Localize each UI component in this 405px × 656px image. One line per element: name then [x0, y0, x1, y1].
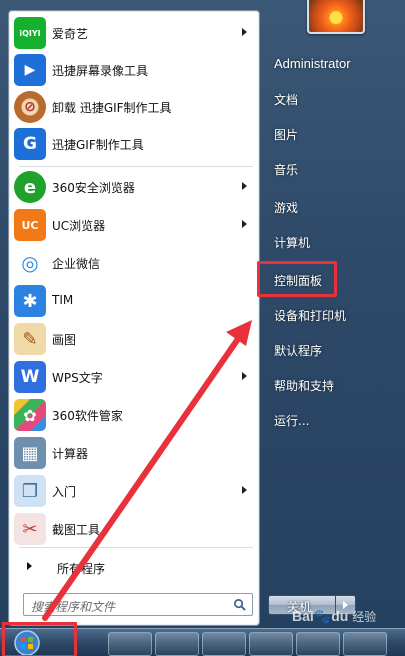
uc-browser-icon: UC — [14, 209, 46, 241]
taskbar-app-button[interactable] — [155, 632, 199, 656]
program-item-snipping-tool[interactable]: ✂ 截图工具 — [11, 511, 257, 547]
program-label: 计算器 — [52, 447, 89, 461]
snipping-tool-icon: ✂ — [14, 513, 46, 545]
paw-icon: 🐾 — [313, 608, 332, 624]
watermark-text: Bai — [292, 608, 314, 624]
program-label: 截图工具 — [52, 523, 101, 537]
search-input[interactable]: 搜索程序和文件 — [23, 593, 253, 616]
wps-icon: W — [14, 361, 46, 393]
program-label: 360软件管家 — [52, 409, 123, 423]
all-programs-label: 所有程序 — [57, 562, 106, 576]
right-item-user[interactable]: Administrator — [262, 50, 402, 78]
program-label: 企业微信 — [52, 257, 101, 271]
program-label: 迅捷屏幕录像工具 — [52, 64, 149, 78]
divider — [19, 166, 253, 167]
program-label: UC浏览器 — [52, 219, 106, 233]
right-item-help[interactable]: 帮助和支持 — [262, 371, 402, 399]
calculator-icon: ▦ — [14, 437, 46, 469]
right-item-default-programs[interactable]: 默认程序 — [262, 336, 402, 364]
tim-icon: ✱ — [14, 285, 46, 317]
iqiyi-icon: iQIYI — [14, 17, 46, 49]
taskbar-app-button[interactable] — [108, 632, 152, 656]
start-button-highlight-box — [2, 622, 77, 656]
search-placeholder: 搜索程序和文件 — [31, 600, 116, 614]
submenu-arrow-icon — [242, 372, 247, 380]
right-item-label: 默认程序 — [274, 344, 323, 358]
program-item-paint[interactable]: ✎ 画图 — [11, 321, 257, 357]
program-label: 入门 — [52, 485, 77, 499]
taskbar-app-button[interactable] — [202, 632, 246, 656]
paint-icon: ✎ — [14, 323, 46, 355]
program-item-tim[interactable]: ✱ TIM — [11, 283, 257, 319]
user-name-label: Administrator — [274, 56, 351, 71]
submenu-arrow-icon — [242, 182, 247, 190]
right-item-label: 音乐 — [274, 163, 299, 177]
program-label: 爱奇艺 — [52, 27, 89, 41]
right-item-documents[interactable]: 文档 — [262, 85, 402, 113]
submenu-arrow-icon — [242, 486, 247, 494]
program-item-uninstall-gif[interactable]: ⊘ 卸载 迅捷GIF制作工具 — [11, 89, 257, 125]
right-item-pictures[interactable]: 图片 — [262, 120, 402, 148]
wework-icon: ◎ — [14, 247, 46, 279]
program-label: 卸载 迅捷GIF制作工具 — [52, 101, 172, 115]
watermark-sub: 经验 — [352, 610, 377, 624]
taskbar-app-button[interactable] — [296, 632, 340, 656]
program-label: 迅捷GIF制作工具 — [52, 138, 144, 152]
360-software-icon: ✿ — [14, 399, 46, 431]
right-item-music[interactable]: 音乐 — [262, 155, 402, 183]
right-item-label: 帮助和支持 — [274, 379, 335, 393]
screen-recorder-icon: ▶ — [14, 54, 46, 86]
program-label: WPS文字 — [52, 371, 103, 385]
program-item-screen-recorder[interactable]: ▶ 迅捷屏幕录像工具 — [11, 52, 257, 88]
program-item-getting-started[interactable]: ❐ 入门 — [11, 473, 257, 509]
search-icon[interactable] — [233, 598, 246, 611]
program-item-gif-maker[interactable]: G 迅捷GIF制作工具 — [11, 126, 257, 162]
right-item-label: 图片 — [274, 128, 299, 142]
baidu-watermark: Bai🐾du 经验 — [292, 608, 376, 625]
control-panel-highlight-box — [257, 261, 337, 297]
chevron-right-icon — [27, 562, 32, 570]
program-item-wps[interactable]: W WPS文字 — [11, 359, 257, 395]
right-item-label: 设备和打印机 — [274, 309, 347, 323]
divider — [19, 547, 253, 548]
right-item-computer[interactable]: 计算机 — [262, 228, 402, 256]
program-label: 画图 — [52, 333, 77, 347]
start-menu-screen: iQIYI 爱奇艺 ▶ 迅捷屏幕录像工具 ⊘ 卸载 迅捷GIF制作工具 G 迅捷… — [0, 0, 405, 656]
programs-panel: iQIYI 爱奇艺 ▶ 迅捷屏幕录像工具 ⊘ 卸载 迅捷GIF制作工具 G 迅捷… — [8, 10, 260, 626]
360-browser-icon: e — [14, 171, 46, 203]
program-item-360-software[interactable]: ✿ 360软件管家 — [11, 397, 257, 433]
right-item-devices-printers[interactable]: 设备和打印机 — [262, 301, 402, 329]
right-item-label: 计算机 — [274, 236, 311, 250]
right-item-label: 文档 — [274, 93, 299, 107]
submenu-arrow-icon — [242, 28, 247, 36]
gif-maker-icon: G — [14, 128, 46, 160]
program-label: TIM — [52, 293, 74, 307]
right-item-label: 游戏 — [274, 201, 299, 215]
program-item-calculator[interactable]: ▦ 计算器 — [11, 435, 257, 471]
user-avatar[interactable] — [307, 0, 365, 34]
program-label: 360安全浏览器 — [52, 181, 135, 195]
program-item-iqiyi[interactable]: iQIYI 爱奇艺 — [11, 15, 257, 51]
taskbar-app-button[interactable] — [343, 632, 387, 656]
right-item-games[interactable]: 游戏 — [262, 193, 402, 221]
submenu-arrow-icon — [242, 220, 247, 228]
right-item-run[interactable]: 运行... — [262, 406, 402, 434]
program-item-wework[interactable]: ◎ 企业微信 — [11, 245, 257, 281]
right-item-label: 运行... — [274, 414, 310, 428]
program-item-360-browser[interactable]: e 360安全浏览器 — [11, 169, 257, 205]
taskbar-app-button[interactable] — [249, 632, 293, 656]
uninstall-icon: ⊘ — [14, 91, 46, 123]
watermark-text-2: du — [331, 608, 349, 624]
program-item-uc-browser[interactable]: UC UC浏览器 — [11, 207, 257, 243]
getting-started-icon: ❐ — [14, 475, 46, 507]
all-programs-button[interactable]: 所有程序 — [19, 556, 255, 578]
